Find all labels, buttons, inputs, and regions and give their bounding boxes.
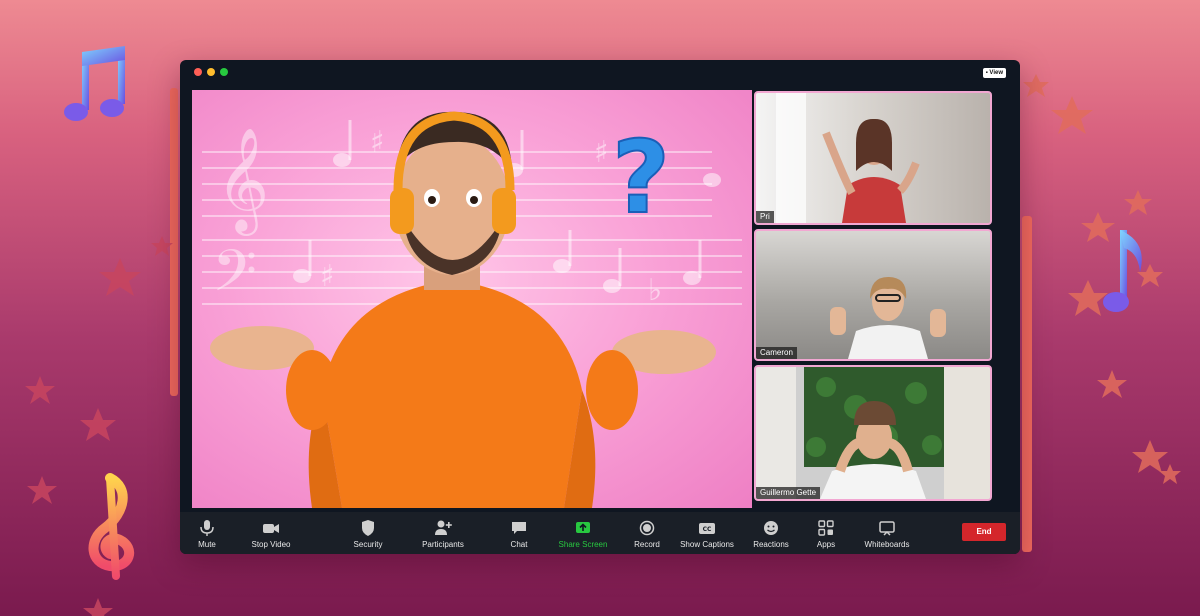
title-bar: ▪ View: [180, 60, 1020, 86]
cc-glyph: CC: [703, 526, 712, 533]
share-screen-button[interactable]: Share Screen: [558, 512, 608, 554]
svg-text:?: ?: [612, 119, 670, 236]
record-icon: [639, 520, 655, 536]
star-icon: [83, 598, 113, 616]
chat-bubble-icon: [512, 522, 526, 534]
meeting-toolbar: Mute Stop Video Security Participants Ch…: [180, 512, 1020, 554]
share-screen-label: Share Screen: [558, 540, 608, 549]
mute-button[interactable]: Mute: [196, 512, 218, 554]
star-icon: [151, 236, 173, 256]
participant-name: Cameron: [756, 347, 797, 359]
star-icon: [1124, 190, 1152, 215]
participant-video: [776, 93, 920, 223]
star-icon: [27, 476, 57, 504]
svg-text:𝄞: 𝄞: [216, 127, 269, 236]
whiteboard-icon: [879, 521, 895, 536]
chat-button[interactable]: Chat: [508, 512, 530, 554]
star-icon: [80, 408, 116, 441]
video-camera-icon: [263, 524, 279, 533]
security-label: Security: [353, 540, 383, 549]
participant-video: [756, 367, 990, 499]
participant-tile[interactable]: Guillermo Gette: [754, 365, 992, 501]
main-speaker-video: 𝄞 𝄢 ♯ ♯ ♯ ♭ ?: [192, 90, 752, 508]
view-button[interactable]: ▪ View: [982, 68, 1006, 78]
speaker-scene: 𝄞 𝄢 ♯ ♯ ♯ ♭ ?: [202, 111, 742, 508]
apps-label: Apps: [816, 540, 836, 549]
svg-text:♯: ♯: [370, 125, 385, 160]
record-label: Record: [634, 540, 660, 549]
reactions-button[interactable]: Reactions: [752, 512, 790, 554]
participant-tile[interactable]: Cameron: [754, 229, 992, 361]
participants-button[interactable]: Participants: [418, 512, 468, 554]
treble-clef-icon: [88, 473, 135, 580]
record-button[interactable]: Record: [632, 512, 662, 554]
apps-button[interactable]: Apps: [814, 512, 838, 554]
stop-video-button[interactable]: Stop Video: [246, 512, 296, 554]
svg-text:♭: ♭: [648, 273, 662, 308]
participant-video: [830, 277, 946, 359]
svg-text:♯: ♯: [594, 135, 609, 170]
close-dot[interactable]: [194, 68, 202, 76]
security-button[interactable]: Security: [350, 512, 386, 554]
reactions-label: Reactions: [753, 540, 789, 549]
view-label: View: [989, 70, 1003, 76]
meeting-window: ▪ View 𝄞 𝄢 ♯ ♯ ♯ ♭ ? Pri Cameron Guiller…: [180, 60, 1020, 554]
star-icon: [1159, 464, 1181, 484]
star-icon: [1051, 96, 1093, 134]
whiteboards-label: Whiteboards: [864, 540, 910, 549]
star-icon: [1023, 74, 1049, 97]
music-note-icon: [64, 46, 125, 121]
shield-icon: [362, 520, 374, 536]
participants-label: Participants: [422, 540, 464, 549]
share-arrow-icon: [576, 522, 590, 533]
participant-name: Guillermo Gette: [756, 487, 821, 499]
maximize-dot[interactable]: [220, 68, 228, 76]
show-captions-button[interactable]: CC Show Captions: [678, 512, 736, 554]
whiteboards-button[interactable]: Whiteboards: [862, 512, 912, 554]
mute-label: Mute: [198, 540, 216, 549]
captions-icon: CC: [699, 523, 715, 534]
apps-icon: [818, 520, 834, 536]
svg-text:♯: ♯: [320, 259, 335, 294]
star-icon: [25, 376, 55, 404]
end-meeting-button[interactable]: End: [962, 523, 1006, 541]
star-icon: [99, 258, 141, 296]
minimize-dot[interactable]: [207, 68, 215, 76]
stop-video-label: Stop Video: [251, 540, 291, 549]
svg-text:𝄢: 𝄢: [212, 237, 257, 319]
participant-name: Pri: [756, 211, 774, 223]
star-icon: [1132, 440, 1168, 473]
add-participant-icon: [435, 520, 452, 535]
participant-tile[interactable]: Pri: [754, 91, 992, 225]
microphone-icon: [200, 520, 214, 536]
star-icon: [1097, 370, 1127, 398]
show-captions-label: Show Captions: [680, 540, 734, 549]
chat-label: Chat: [510, 540, 528, 549]
music-note-icon: [1103, 230, 1142, 312]
smiley-icon: [764, 521, 778, 535]
